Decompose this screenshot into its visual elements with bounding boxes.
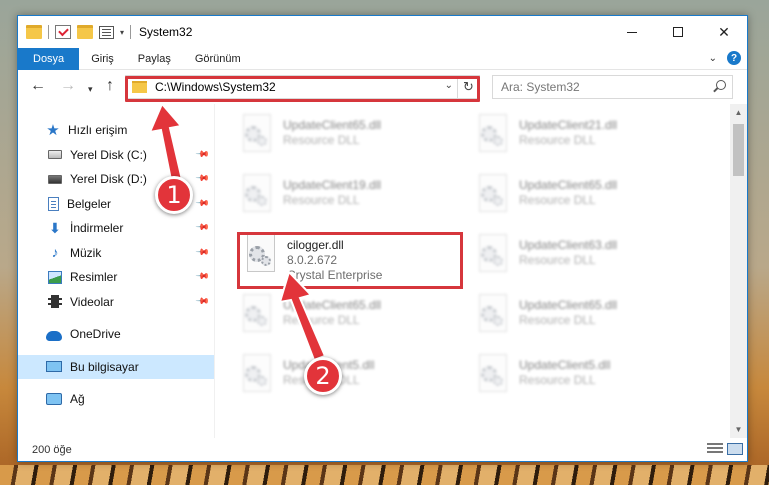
callout-2: 2	[304, 357, 342, 395]
callout-1: 1	[155, 176, 193, 214]
arrow-2	[278, 270, 327, 362]
arrow-1	[148, 102, 185, 187]
annotation-arrows	[148, 102, 327, 362]
